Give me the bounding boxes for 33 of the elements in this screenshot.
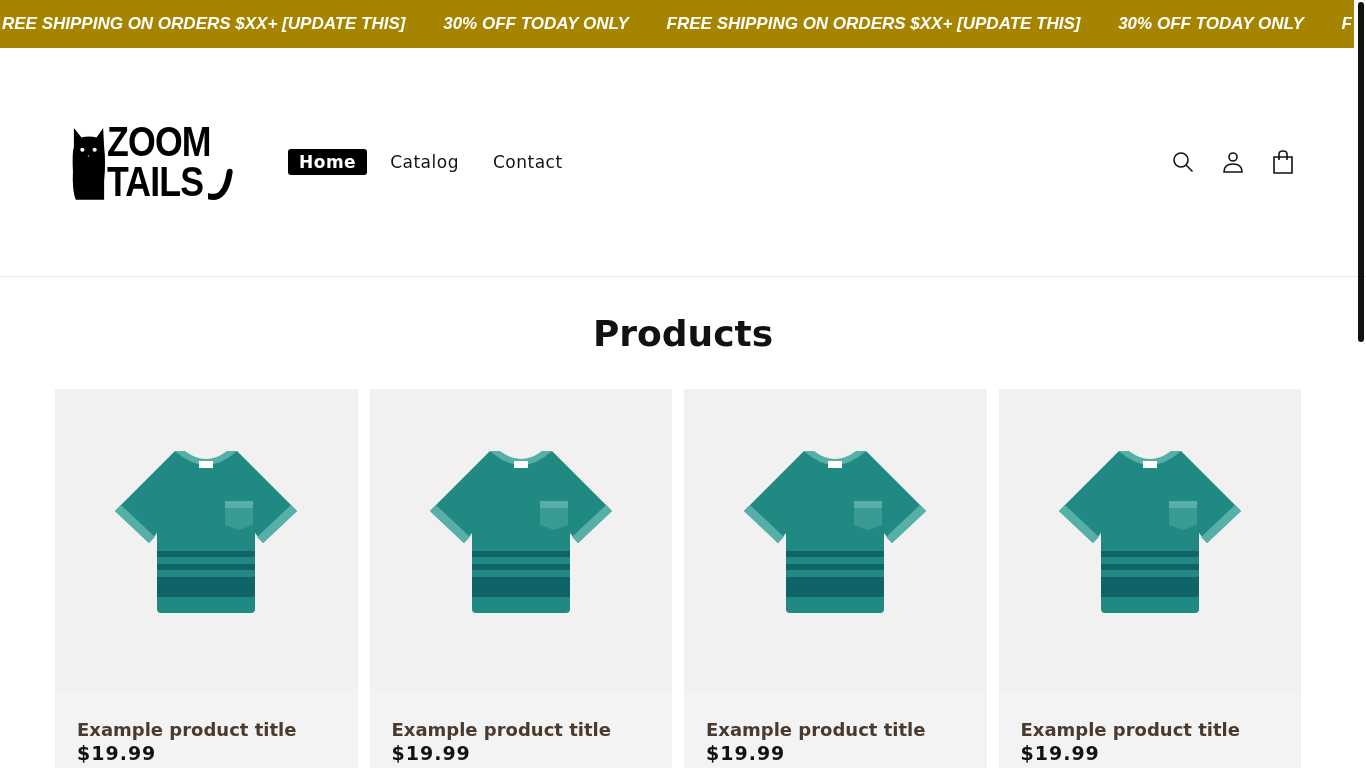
section-title: Products — [591, 313, 775, 354]
bag-icon[interactable] — [1272, 150, 1294, 174]
product-title[interactable]: Example product title — [77, 719, 336, 740]
t-shirt-icon — [1058, 451, 1241, 615]
product-title[interactable]: Example product title — [706, 719, 965, 740]
product-card[interactable]: Example product title $19.99 — [369, 389, 672, 768]
nav-link[interactable]: Contact — [481, 149, 574, 175]
t-shirt-icon — [429, 451, 612, 615]
account-icon[interactable] — [1222, 151, 1244, 173]
scrollbar-thumb[interactable] — [1358, 2, 1364, 342]
tail-icon — [208, 166, 234, 202]
logo-text: TAILS — [107, 162, 205, 202]
product-card[interactable]: Example product title $19.99 — [998, 389, 1301, 768]
nav-link[interactable]: Catalog — [379, 149, 470, 175]
announcement-text: F — [1341, 14, 1352, 34]
product-price: $19.99 — [391, 742, 472, 764]
product-price: $19.99 — [77, 742, 158, 764]
search-icon[interactable] — [1172, 151, 1194, 173]
announcement-text: FREE SHIPPING ON ORDERS $XX+ [UPDATE THIS] — [666, 14, 1081, 34]
announcement-text: REE SHIPPING ON ORDERS $XX+ [UPDATE THIS] — [2, 14, 406, 34]
product-title[interactable]: Example product title — [1020, 719, 1279, 740]
product-price: $19.99 — [1020, 742, 1101, 764]
t-shirt-icon — [744, 451, 927, 615]
product-price: $19.99 — [706, 742, 787, 764]
announcement-text: 30% OFF TODAY ONLY — [1118, 14, 1304, 34]
logo[interactable]: ZOOM TAILS — [72, 122, 234, 202]
t-shirt-icon — [115, 451, 298, 615]
product-title[interactable]: Example product title — [391, 719, 650, 740]
logo-text: ZOOM — [107, 122, 211, 163]
announcement-text: 30% OFF TODAY ONLY — [443, 14, 629, 34]
product-card[interactable]: Example product title $19.99 — [55, 389, 358, 768]
nav-link[interactable]: Home — [288, 149, 368, 175]
product-card[interactable]: Example product title $19.99 — [684, 389, 987, 768]
